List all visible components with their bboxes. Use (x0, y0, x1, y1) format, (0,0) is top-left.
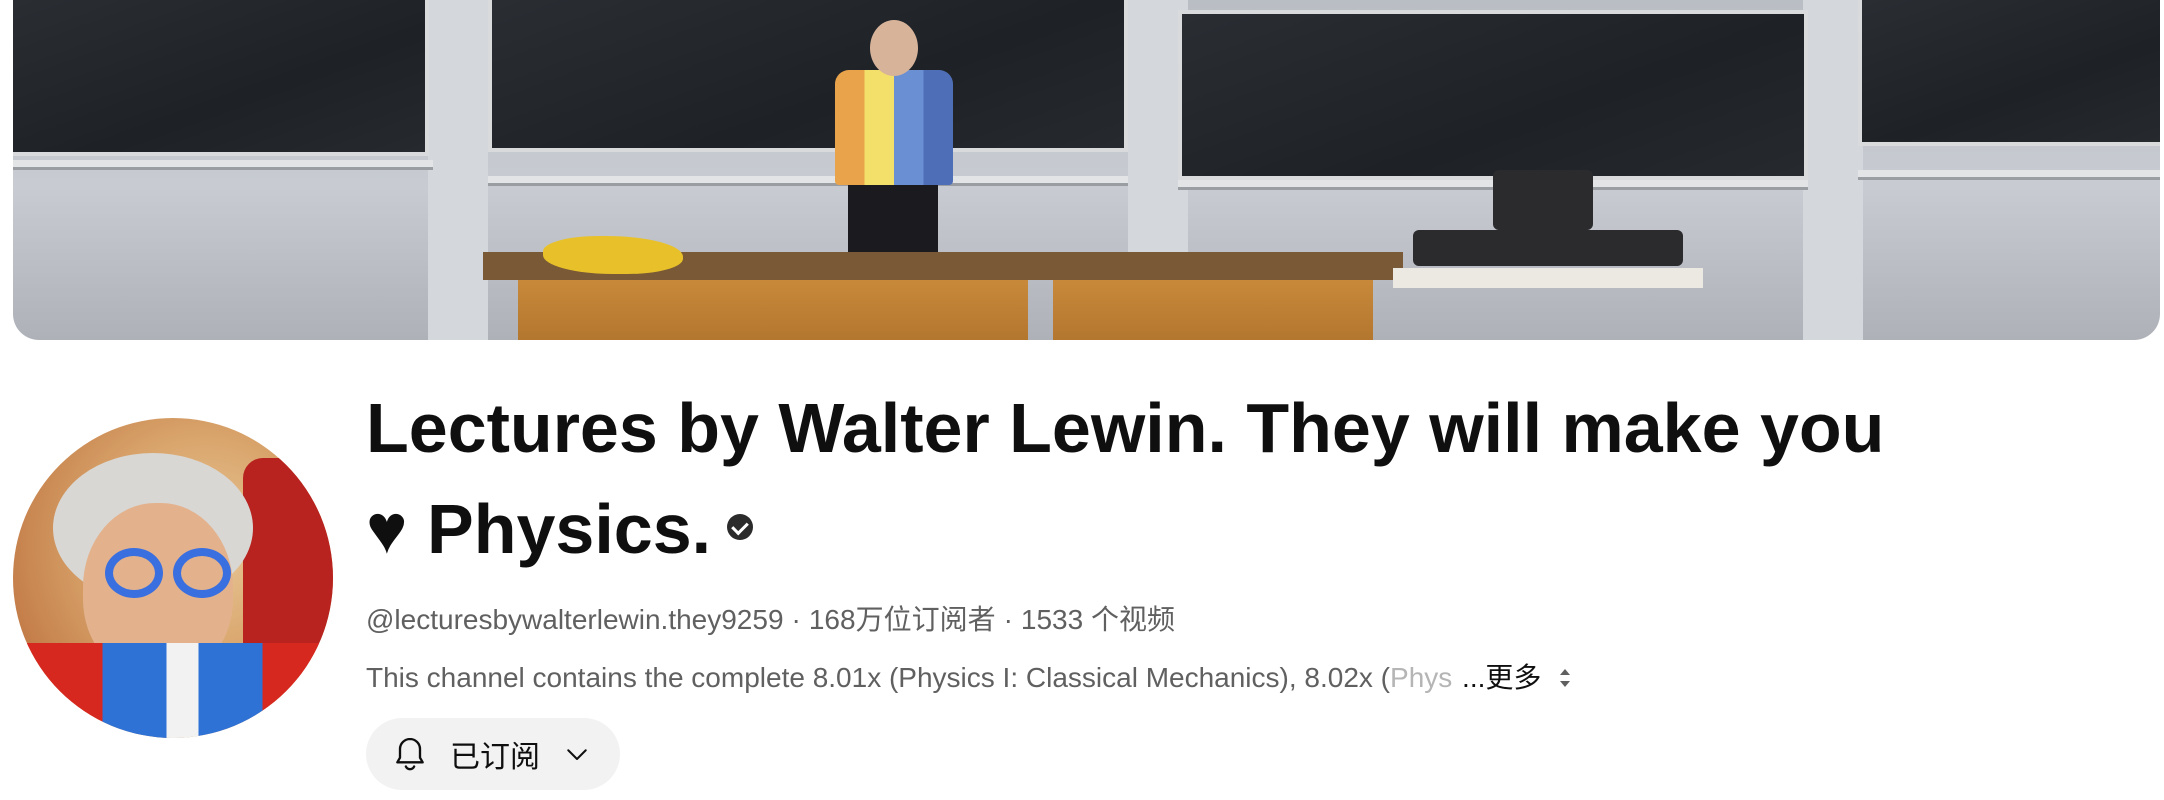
channel-banner (13, 0, 2160, 340)
banner-classroom-image (13, 0, 2160, 340)
channel-description[interactable]: This channel contains the complete 8.01x… (366, 660, 2146, 696)
meta-separator: · (791, 604, 801, 635)
meta-separator: · (1003, 604, 1013, 635)
channel-title-text: Lectures by Walter Lewin. They will make… (366, 389, 1885, 568)
channel-handle[interactable]: @lecturesbywalterlewin.they9259 (366, 604, 784, 635)
description-text: This channel contains the complete 8.01x… (366, 662, 1391, 693)
channel-avatar (13, 418, 333, 738)
description-faded-text: Phys (1390, 662, 1453, 693)
subscribed-button[interactable]: 已订阅 (366, 718, 620, 790)
sort-updown-icon (1560, 668, 1571, 687)
channel-info: Lectures by Walter Lewin. They will make… (366, 378, 2146, 790)
video-count: 1533 个视频 (1020, 604, 1175, 635)
channel-title: Lectures by Walter Lewin. They will make… (366, 378, 1926, 580)
subscriber-count: 168万位订阅者 (808, 604, 996, 635)
verified-check-icon (727, 513, 754, 540)
description-more-button[interactable]: ...更多 (1462, 662, 1541, 693)
channel-meta: @lecturesbywalterlewin.they9259 · 168万位订阅者… (366, 602, 2146, 638)
subscribed-label: 已订阅 (450, 741, 540, 774)
bell-icon (396, 737, 424, 771)
chevron-down-icon (567, 749, 587, 760)
